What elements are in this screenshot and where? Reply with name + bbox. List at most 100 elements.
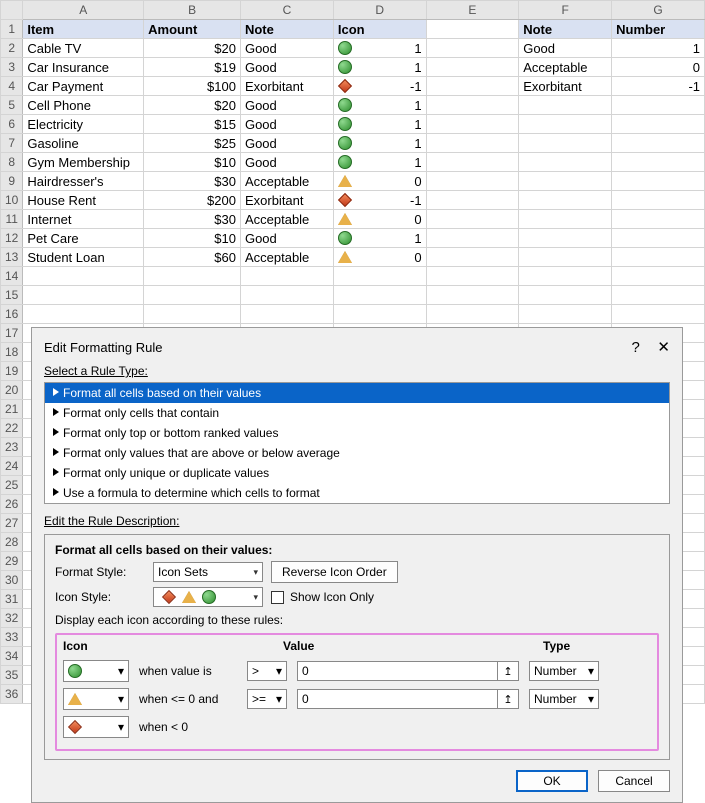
cell[interactable]	[144, 267, 241, 286]
value-input[interactable]	[297, 661, 497, 681]
cell[interactable]: -1	[333, 77, 426, 96]
cell[interactable]: Cable TV	[23, 39, 144, 58]
cell[interactable]	[519, 305, 612, 324]
cell[interactable]: Gym Membership	[23, 153, 144, 172]
row-header[interactable]: 36	[1, 685, 23, 704]
row-header[interactable]: 10	[1, 191, 23, 210]
cell[interactable]: Internet	[23, 210, 144, 229]
cell[interactable]: $20	[144, 39, 241, 58]
cell[interactable]: Exorbitant	[240, 191, 333, 210]
cell[interactable]	[612, 153, 705, 172]
cell[interactable]	[612, 248, 705, 267]
row-header[interactable]: 16	[1, 305, 23, 324]
cell[interactable]: Good	[240, 58, 333, 77]
header-cell[interactable]: Icon	[333, 20, 426, 39]
cell[interactable]	[333, 305, 426, 324]
cell[interactable]	[519, 115, 612, 134]
cell[interactable]	[519, 286, 612, 305]
cell[interactable]: Acceptable	[240, 172, 333, 191]
operator-dropdown[interactable]: >▾	[247, 661, 287, 681]
col-header[interactable]: E	[426, 1, 519, 20]
cell[interactable]	[426, 115, 519, 134]
cell[interactable]: Electricity	[23, 115, 144, 134]
cell[interactable]	[519, 267, 612, 286]
row-header[interactable]: 7	[1, 134, 23, 153]
cell[interactable]	[23, 305, 144, 324]
type-dropdown[interactable]: Number▾	[529, 689, 599, 709]
cell[interactable]	[240, 286, 333, 305]
cell[interactable]	[426, 153, 519, 172]
cell[interactable]	[240, 305, 333, 324]
cell[interactable]: 1	[333, 115, 426, 134]
row-header[interactable]: 4	[1, 77, 23, 96]
cell[interactable]: 1	[333, 153, 426, 172]
cell[interactable]: 0	[333, 248, 426, 267]
format-style-dropdown[interactable]: Icon Sets▾	[153, 562, 263, 582]
cell[interactable]: $19	[144, 58, 241, 77]
help-icon[interactable]: ?	[631, 339, 639, 356]
cell[interactable]: $100	[144, 77, 241, 96]
cell[interactable]: House Rent	[23, 191, 144, 210]
row-header[interactable]: 1	[1, 20, 23, 39]
row-header[interactable]: 6	[1, 115, 23, 134]
cell[interactable]: Exorbitant	[519, 77, 612, 96]
cell[interactable]: Student Loan	[23, 248, 144, 267]
cell[interactable]	[426, 77, 519, 96]
cell[interactable]: $30	[144, 210, 241, 229]
cell[interactable]: -1	[333, 191, 426, 210]
cell[interactable]: -1	[612, 77, 705, 96]
cell[interactable]	[519, 153, 612, 172]
icon-dropdown[interactable]: ▾	[63, 716, 129, 738]
rule-type-item[interactable]: Format only values that are above or bel…	[45, 443, 669, 463]
col-header[interactable]: G	[612, 1, 705, 20]
cell[interactable]: 1	[333, 58, 426, 77]
close-icon[interactable]: ✕	[657, 339, 670, 356]
cell[interactable]	[240, 267, 333, 286]
icon-dropdown[interactable]: ▾	[63, 660, 129, 682]
cell[interactable]	[426, 58, 519, 77]
header-cell[interactable]: Note	[519, 20, 612, 39]
cell[interactable]	[519, 248, 612, 267]
row-header[interactable]: 9	[1, 172, 23, 191]
header-cell[interactable]: Amount	[144, 20, 241, 39]
cell[interactable]	[426, 210, 519, 229]
ok-button[interactable]: OK	[516, 770, 588, 792]
cell[interactable]: Cell Phone	[23, 96, 144, 115]
cell[interactable]: 1	[333, 229, 426, 248]
cell[interactable]: Exorbitant	[240, 77, 333, 96]
cell[interactable]: $25	[144, 134, 241, 153]
cell[interactable]: $200	[144, 191, 241, 210]
cell[interactable]: $60	[144, 248, 241, 267]
value-input[interactable]	[297, 689, 497, 709]
icon-style-dropdown[interactable]: ▾	[153, 587, 263, 607]
cell[interactable]	[612, 267, 705, 286]
row-header[interactable]: 27	[1, 514, 23, 533]
cell[interactable]: Good	[240, 134, 333, 153]
cell[interactable]	[612, 134, 705, 153]
cell[interactable]: Gasoline	[23, 134, 144, 153]
header-cell[interactable]: Number	[612, 20, 705, 39]
cell[interactable]: Good	[240, 153, 333, 172]
cell[interactable]	[612, 229, 705, 248]
row-header[interactable]: 20	[1, 381, 23, 400]
cell[interactable]	[612, 172, 705, 191]
row-header[interactable]: 24	[1, 457, 23, 476]
cell[interactable]	[426, 248, 519, 267]
cell[interactable]: 1	[612, 39, 705, 58]
range-picker-icon[interactable]: ↥	[497, 661, 519, 681]
cell[interactable]: $30	[144, 172, 241, 191]
cell[interactable]: Good	[240, 115, 333, 134]
cell[interactable]	[144, 305, 241, 324]
row-header[interactable]: 28	[1, 533, 23, 552]
cell[interactable]: Pet Care	[23, 229, 144, 248]
cell[interactable]: Good	[240, 39, 333, 58]
row-header[interactable]: 19	[1, 362, 23, 381]
row-header[interactable]: 32	[1, 609, 23, 628]
cell[interactable]: Hairdresser's	[23, 172, 144, 191]
cell[interactable]: 1	[333, 96, 426, 115]
cell[interactable]	[612, 96, 705, 115]
row-header[interactable]: 26	[1, 495, 23, 514]
row-header[interactable]: 11	[1, 210, 23, 229]
cell[interactable]: 1	[333, 134, 426, 153]
rule-type-item[interactable]: Format only cells that contain	[45, 403, 669, 423]
